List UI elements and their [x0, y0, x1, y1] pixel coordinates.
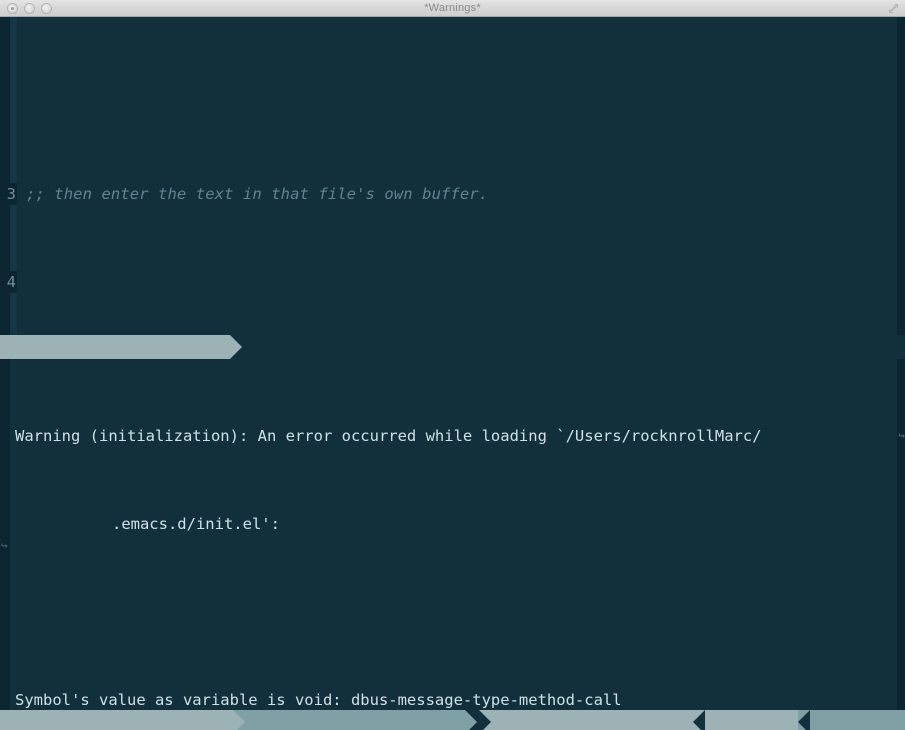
scratch-window[interactable]: 2 ;; If you want to create a file, visit… — [0, 17, 905, 335]
scratch-modeline-spacer — [181, 335, 230, 359]
emacs-window: *Warnings* 2 ;; If you want to create a … — [0, 0, 905, 730]
warnings-modeline[interactable]: % 361 U: *Warnings* Special Undo−Tree He… — [0, 710, 905, 730]
title-bar: *Warnings* — [0, 0, 905, 17]
powerline-arrow-right-icon — [464, 710, 477, 730]
fringe-pad — [0, 601, 15, 623]
warning-line: ↪ .emacs.d/init.el': — [0, 513, 905, 552]
close-button[interactable] — [7, 3, 18, 14]
warnings-modeline-filler — [490, 710, 694, 730]
powerline-arrow-right-icon — [229, 335, 242, 359]
line-number: 4 — [0, 271, 17, 293]
scratch-line: 4 — [0, 271, 905, 293]
warnings-window[interactable]: Warning (initialization): An error occur… — [0, 359, 905, 710]
warning-line-text: Warning (initialization): An error occur… — [15, 427, 762, 445]
scratch-buffer-text[interactable]: 2 ;; If you want to create a file, visit… — [0, 17, 905, 335]
scratch-line: 3 ;; then enter the text in that file's … — [0, 183, 905, 205]
warnings-buffer-text[interactable]: Warning (initialization): An error occur… — [0, 359, 905, 710]
powerline-arrow-left-icon — [798, 710, 811, 730]
warnings-modeline-tail — [885, 710, 905, 730]
warning-line: Symbol's value as variable is void: dbus… — [0, 689, 905, 710]
warning-line-blank — [0, 601, 905, 623]
warning-line: Warning (initialization): An error occur… — [0, 425, 905, 447]
scratch-modeline-modes: Lisp Interaction SliNav FlyC− yas Undo−T… — [241, 335, 905, 359]
warning-line-text: .emacs.d/init.el': — [111, 515, 280, 533]
fringe-pad — [0, 425, 15, 447]
window-title: *Warnings* — [424, 2, 481, 14]
warnings-modeline-spacer — [191, 710, 234, 730]
warning-error-text: Symbol's value as variable is void: dbus… — [15, 691, 622, 709]
wrap-indicator-icon: ↪ — [1, 539, 8, 552]
scratch-modeline[interactable]: − 191 U: *scratch* Lisp Interaction SliN… — [0, 335, 905, 359]
line-number: 3 — [0, 183, 17, 205]
powerline-arrow-left-icon — [693, 710, 706, 730]
scratch-line-clipped: 2 ;; If you want to create a file, visit… — [0, 105, 905, 117]
fringe-pad: ↪ — [0, 513, 112, 552]
window-controls — [7, 3, 52, 14]
powerline-arrow-right-icon — [233, 710, 246, 730]
wrap-indicator-icon: ↪ — [898, 429, 905, 442]
expand-icon[interactable] — [888, 3, 899, 14]
fringe-pad — [0, 689, 15, 710]
scratch-line-text: ;; then enter the text in that file's ow… — [26, 185, 489, 203]
emacs-frame-body: 2 ;; If you want to create a file, visit… — [0, 17, 905, 730]
zoom-button[interactable] — [41, 3, 52, 14]
minimize-button[interactable] — [24, 3, 35, 14]
powerline-arrow-right-icon — [478, 710, 491, 730]
